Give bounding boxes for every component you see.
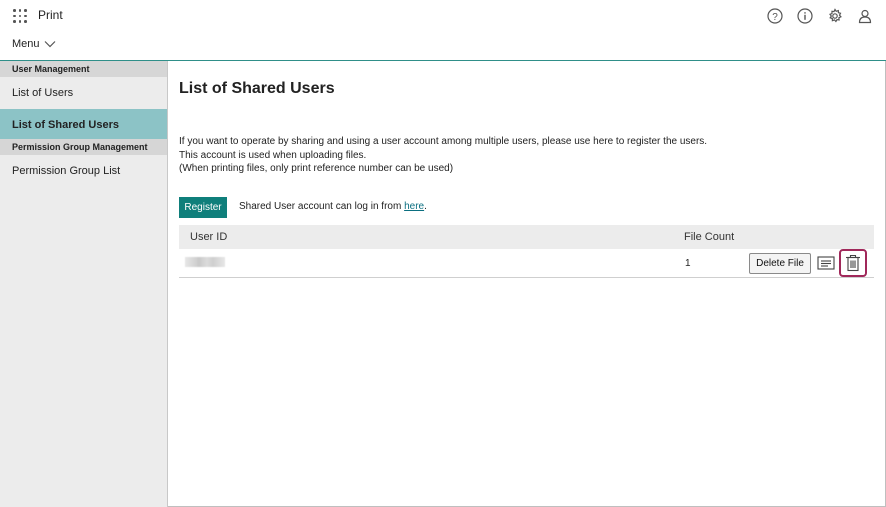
sidebar-item-label: Permission Group List: [12, 165, 121, 177]
delete-user-button[interactable]: [839, 249, 867, 277]
trash-icon: [846, 254, 860, 272]
register-button[interactable]: Register: [179, 197, 227, 218]
delete-file-button[interactable]: Delete File: [749, 253, 811, 274]
sidebar-item-label: List of Shared Users: [12, 119, 119, 131]
app-grid-icon[interactable]: [13, 9, 27, 23]
login-text: Shared User account can log in from: [239, 201, 405, 212]
description-line: This account is used when uploading file…: [179, 149, 367, 161]
description-line: (When printing files, only print referen…: [179, 163, 454, 174]
gear-icon[interactable]: [826, 7, 844, 25]
sidebar-item-list-of-users[interactable]: List of Users: [0, 77, 167, 109]
user-id-redacted: [185, 257, 225, 267]
menu-label: Menu: [12, 38, 40, 50]
app-title: Print: [38, 8, 63, 22]
table-row: 1 Delete File: [179, 249, 874, 278]
main-content: List of Shared Users If you want to oper…: [168, 61, 886, 507]
svg-text:?: ?: [772, 12, 778, 23]
help-icon[interactable]: ?: [766, 7, 784, 25]
menu-button[interactable]: Menu: [12, 38, 56, 50]
shared-users-table: User ID File Count 1 Delete File: [179, 225, 874, 278]
info-icon[interactable]: [796, 7, 814, 25]
column-header-file-count[interactable]: File Count: [684, 231, 734, 243]
sidebar-section-permission-group-management: Permission Group Management: [0, 139, 167, 155]
table-header: User ID File Count: [179, 225, 874, 249]
chevron-down-icon: [44, 41, 55, 48]
login-info: Shared User account can log in from here…: [239, 201, 427, 212]
login-here-link[interactable]: here: [404, 201, 424, 212]
top-bar: Print Menu ?: [0, 0, 886, 61]
details-icon[interactable]: [817, 255, 835, 271]
sidebar-item-permission-group-list[interactable]: Permission Group List: [0, 155, 167, 187]
sidebar-item-list-of-shared-users[interactable]: List of Shared Users: [0, 109, 167, 139]
column-header-user-id[interactable]: User ID: [190, 231, 227, 243]
sidebar: User Management List of Users List of Sh…: [0, 61, 168, 507]
description-line: If you want to operate by sharing and us…: [179, 136, 708, 147]
login-suffix: .: [424, 201, 427, 212]
sidebar-section-user-management: User Management: [0, 61, 167, 77]
sidebar-item-label: List of Users: [12, 87, 74, 99]
user-icon[interactable]: [856, 7, 874, 25]
page-title: List of Shared Users: [179, 80, 335, 97]
description: If you want to operate by sharing and us…: [179, 135, 707, 176]
file-count-cell: 1: [685, 258, 691, 269]
